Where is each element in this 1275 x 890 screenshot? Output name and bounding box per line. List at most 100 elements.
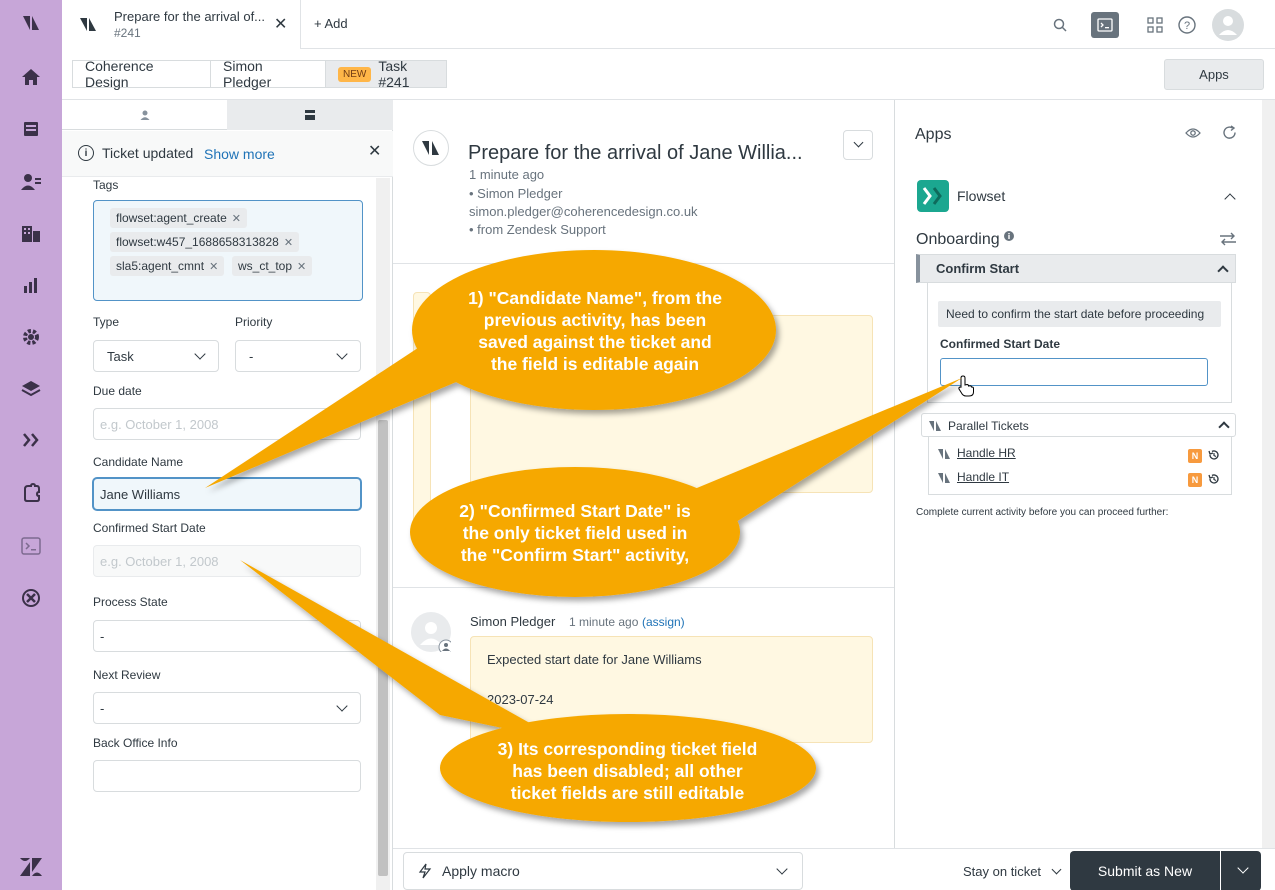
process-title: Onboarding: [916, 231, 1015, 249]
add-tab-button[interactable]: + Add: [314, 16, 348, 31]
message-time: 1 minute ago: [569, 615, 639, 629]
message-author[interactable]: Simon Pledger: [470, 614, 555, 629]
parallel-tickets-header[interactable]: Parallel Tickets: [921, 413, 1236, 437]
history-icon[interactable]: [1208, 449, 1220, 464]
customers-icon[interactable]: [19, 170, 43, 194]
parallel-ticket-link[interactable]: Handle IT: [957, 470, 1009, 484]
remove-tag-icon[interactable]: ✕: [232, 212, 241, 225]
chevron-down-icon: [776, 863, 788, 875]
remove-tag-icon[interactable]: ✕: [297, 260, 306, 273]
message-body: 2023-07-24: [487, 692, 554, 707]
apps-button[interactable]: Apps: [1164, 59, 1264, 90]
activity-footer-text: Complete current activity before you can…: [916, 507, 1169, 518]
close-tab-icon[interactable]: ✕: [274, 14, 287, 34]
show-more-link[interactable]: Show more: [204, 146, 275, 162]
ticket-tab-logo-icon: [78, 14, 100, 36]
chevron-down-icon: [853, 137, 864, 148]
tag-chip[interactable]: flowset:w457_1688658313828 ✕: [110, 232, 300, 252]
info-icon: i: [78, 145, 94, 161]
ticket-time: 1 minute ago: [469, 167, 545, 182]
info-icon: [1004, 231, 1015, 241]
layers-app-icon[interactable]: [19, 377, 43, 401]
x-app-icon[interactable]: [19, 586, 43, 610]
ticket-properties-panel: i Ticket updated Show more ✕ Tags flowse…: [62, 100, 393, 890]
tab-properties[interactable]: [227, 100, 393, 130]
products-grid-icon[interactable]: [1141, 12, 1169, 38]
breadcrumb-label: Task #241: [378, 58, 410, 90]
terminal-app-icon[interactable]: [19, 534, 43, 558]
process-state-label: Process State: [93, 595, 168, 609]
ticket-icon: [937, 471, 951, 487]
confirmed-start-date-app-input[interactable]: [940, 358, 1208, 386]
activity-header[interactable]: Confirm Start: [916, 254, 1236, 283]
back-office-info-input[interactable]: [93, 760, 361, 792]
chevron-up-icon[interactable]: [1217, 265, 1229, 277]
views-icon[interactable]: [19, 117, 43, 141]
reporting-icon[interactable]: [19, 273, 43, 297]
ticket-tab-title: Prepare for the arrival of...: [114, 9, 264, 24]
remove-tag-icon[interactable]: ✕: [209, 260, 218, 273]
ticket-icon: [937, 447, 951, 463]
breadcrumb-organization[interactable]: Coherence Design: [72, 58, 211, 90]
terminal-icon[interactable]: [1091, 12, 1119, 38]
divider: [393, 263, 894, 264]
remove-tag-icon[interactable]: ✕: [284, 236, 293, 249]
tag-chip[interactable]: flowset:agent_create ✕: [110, 208, 247, 228]
due-date-input[interactable]: e.g. October 1, 2008: [93, 408, 361, 440]
tab-user[interactable]: [62, 100, 227, 130]
tag-chip[interactable]: ws_ct_top ✕: [232, 256, 313, 276]
tag-chip[interactable]: sla5:agent_cmnt ✕: [110, 256, 225, 276]
chevron-up-icon[interactable]: [1218, 421, 1230, 433]
eye-icon[interactable]: [1185, 127, 1201, 142]
refresh-icon[interactable]: [1222, 125, 1237, 143]
candidate-name-input[interactable]: Jane Williams: [93, 478, 361, 510]
home-icon[interactable]: [19, 65, 43, 89]
type-select[interactable]: Task: [93, 340, 219, 372]
process-state-select[interactable]: -: [93, 620, 361, 652]
ticket-author[interactable]: • Simon Pledger: [469, 186, 562, 201]
page-scrollbar[interactable]: [1262, 100, 1275, 848]
ticket-subject: Prepare for the arrival of Jane Willia..…: [468, 142, 803, 164]
apply-macro-select[interactable]: Apply macro: [403, 852, 803, 890]
submit-options-button[interactable]: [1221, 851, 1261, 890]
app-name: Flowset: [957, 188, 1006, 204]
swap-icon[interactable]: [1219, 232, 1237, 249]
ticket-tab-number: #241: [114, 26, 141, 40]
puzzle-app-icon[interactable]: [19, 481, 43, 505]
user-avatar[interactable]: [1212, 9, 1244, 41]
zendesk-bottom-logo-icon[interactable]: [19, 855, 43, 879]
organizations-icon[interactable]: [19, 221, 43, 245]
assign-link[interactable]: (assign): [642, 615, 685, 629]
parallel-ticket-link[interactable]: Handle HR: [957, 446, 1016, 460]
admin-gear-icon[interactable]: [19, 325, 43, 349]
stay-on-ticket-select[interactable]: Stay on ticket: [963, 864, 1062, 879]
chevron-down-icon: [336, 348, 348, 360]
submit-button[interactable]: Submit as New: [1070, 851, 1220, 890]
priority-select[interactable]: -: [235, 340, 361, 372]
svg-text:?: ?: [1184, 20, 1190, 32]
ticket-updated-notice: i Ticket updated Show more ✕: [62, 131, 393, 177]
ticket-channel-icon: [413, 130, 449, 166]
search-icon[interactable]: [1046, 12, 1074, 38]
breadcrumb-ticket[interactable]: NEW Task #241: [325, 58, 447, 90]
flowset-nav-icon[interactable]: [19, 428, 43, 452]
next-review-select[interactable]: -: [93, 692, 361, 724]
panel-scrollbar-thumb[interactable]: [378, 420, 388, 876]
parallel-tickets-list: Handle HR N Handle IT N: [928, 437, 1232, 495]
nav-rail: [0, 0, 62, 890]
divider: [393, 587, 894, 588]
close-notice-icon[interactable]: ✕: [368, 141, 381, 161]
back-office-info-label: Back Office Info: [93, 736, 178, 750]
zendesk-logo-icon[interactable]: [19, 10, 43, 34]
history-icon[interactable]: [1208, 473, 1220, 488]
tags-input[interactable]: flowset:agent_create ✕ flowset:w457_16886…: [93, 200, 363, 301]
due-date-label: Due date: [93, 384, 142, 398]
ticket-tab[interactable]: Prepare for the arrival of... #241 ✕: [62, 0, 301, 49]
breadcrumb-requester[interactable]: Simon Pledger: [210, 58, 326, 90]
ticket-options-button[interactable]: [843, 130, 873, 160]
callout-3-text: 3) Its corresponding ticket field has bee…: [497, 739, 758, 803]
breadcrumb-label: Coherence Design: [85, 58, 154, 90]
chevron-up-icon[interactable]: [1224, 193, 1236, 205]
breadcrumb-label: Simon Pledger: [223, 58, 272, 90]
help-icon[interactable]: ?: [1173, 12, 1201, 38]
